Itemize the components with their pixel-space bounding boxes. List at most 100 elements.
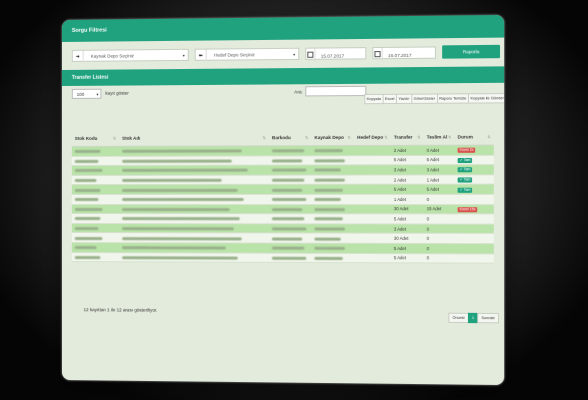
chevron-down-icon: ▾ — [183, 50, 185, 61]
cell-barkodu — [269, 146, 311, 156]
cell-kaynak-depo — [311, 194, 354, 204]
redacted-text — [272, 188, 302, 191]
cell-barkodu — [269, 185, 311, 195]
cell-hedef-depo — [354, 194, 391, 204]
cell-teslim-al: 0 — [424, 224, 455, 234]
cell-transfer: 5 Adet — [391, 243, 424, 253]
cell-kaynak-depo — [311, 224, 354, 234]
col-stok-adi[interactable]: Stok Adı ⇅ — [119, 129, 269, 146]
cell-stok-adi — [119, 156, 269, 166]
cell-teslim-al: 5 Adet — [424, 155, 455, 165]
cell-kaynak-depo — [311, 185, 354, 195]
cell-stok-kodu — [72, 146, 119, 156]
redacted-text — [314, 247, 344, 250]
col-teslim-al[interactable]: Teslim Al ⇅ — [424, 128, 455, 145]
cell-stok-adi — [119, 223, 269, 233]
col-hedef-depo[interactable]: Hedef Depo ⇅ — [354, 129, 391, 146]
cell-teslim-al: 0 — [424, 234, 455, 244]
status-badge: ✓ Tam — [458, 158, 473, 163]
cell-barkodu — [269, 224, 311, 234]
redacted-text — [272, 169, 306, 172]
cell-durum — [455, 253, 494, 263]
cell-transfer: 1 Adet — [391, 194, 424, 204]
excel-button[interactable]: Excel — [382, 94, 397, 104]
report-button[interactable]: Raporla — [442, 45, 500, 59]
redacted-text — [314, 188, 342, 191]
pager-next[interactable]: Sonraki — [477, 313, 499, 323]
table-row[interactable]: 5 Adet 5 Adet ✓ Tam — [72, 184, 494, 194]
col-transfer[interactable]: Transfer ⇅ — [391, 128, 424, 145]
status-badge: ✓ Tam — [458, 168, 473, 173]
redacted-text — [122, 169, 248, 172]
cell-hedef-depo — [354, 175, 391, 185]
cell-stok-kodu — [72, 194, 119, 204]
col-stok-kodu[interactable]: Stok Kodu ⇅ — [72, 130, 119, 147]
cell-transfer: 5 Adet — [391, 185, 424, 195]
redacted-text — [75, 179, 97, 182]
cell-durum: Kısmi 15x — [455, 204, 494, 214]
redacted-text — [122, 198, 244, 201]
table-row[interactable]: 30 Adet 15 Adet Kısmi 15x — [72, 204, 494, 214]
redacted-text — [75, 227, 99, 230]
redacted-text — [272, 237, 302, 240]
redacted-text — [314, 198, 340, 201]
print-button[interactable]: Yazdır — [396, 94, 412, 104]
target-depot-select[interactable]: ⬅ Hedef Depo Seçiniz ▾ — [195, 48, 300, 61]
pager-prev[interactable]: Önceki — [448, 313, 468, 323]
redacted-text — [122, 217, 240, 220]
copy-button[interactable]: Kopyala — [364, 94, 383, 104]
cell-barkodu — [269, 194, 311, 204]
cell-stok-kodu — [72, 156, 119, 166]
calendar-icon — [373, 48, 382, 61]
redacted-text — [122, 179, 222, 182]
table-row[interactable]: 2 Adet 1 Adet ✓ Tam — [72, 175, 494, 185]
redacted-text — [272, 179, 304, 182]
list-controls: 100 ▾ kayıt göster Ara: Kopyala Excel Ya… — [62, 83, 504, 102]
end-date-input[interactable]: 16.07.2017 — [372, 46, 436, 59]
redacted-text — [122, 159, 232, 162]
table-row[interactable]: 5 Adet 0 — [72, 252, 494, 263]
chevron-down-icon: ▾ — [293, 49, 295, 60]
table-row[interactable]: 5 Adet 0 — [72, 214, 494, 224]
start-date-value: 15.07.2017 — [317, 53, 344, 58]
search-input[interactable] — [305, 86, 366, 97]
search-label: Ara: — [294, 87, 303, 97]
cell-durum — [455, 234, 494, 244]
col-barkodu[interactable]: Barkodu ⇅ — [269, 129, 311, 146]
cell-transfer: 5 Adet — [391, 155, 424, 165]
table-row[interactable]: 3 Adet 3 Adet ✓ Tam — [72, 165, 494, 176]
redacted-text — [314, 159, 344, 162]
redacted-text — [122, 208, 230, 211]
redacted-text — [122, 227, 234, 230]
clear-report-button[interactable]: Raporu Temizle — [437, 93, 469, 103]
cell-durum: ✓ Tam — [455, 155, 494, 165]
source-depot-select[interactable]: ➜ Kaynak Depo Seçiniz ▾ — [72, 49, 189, 62]
cell-durum: ✓ Tam — [455, 165, 494, 175]
start-date-input[interactable]: 15.07.2017 — [305, 47, 366, 60]
column-visibility-button[interactable]: Göre/Göster — [411, 94, 438, 104]
send-copy-button[interactable]: Kopyala ile Gönder — [468, 93, 504, 104]
cell-barkodu — [269, 253, 311, 263]
redacted-text — [314, 149, 342, 152]
redacted-text — [314, 179, 344, 182]
page-size-select[interactable]: 100 ▾ — [72, 89, 102, 99]
cell-stok-adi — [119, 204, 269, 214]
cell-stok-adi — [119, 146, 269, 156]
transfer-table: Stok Kodu ⇅ Stok Adı ⇅ Barkodu ⇅ Kaynak Dep… — [72, 128, 494, 264]
cell-hedef-depo — [354, 165, 391, 175]
redacted-text — [122, 237, 242, 240]
cell-durum — [455, 224, 494, 234]
redacted-text — [272, 149, 304, 152]
redacted-text — [272, 256, 306, 259]
cell-stok-kodu — [72, 242, 119, 252]
table-row[interactable]: 1 Adet 0 — [72, 194, 494, 204]
redacted-text — [75, 217, 101, 220]
filter-row: ➜ Kaynak Depo Seçiniz ▾ ⬅ Hedef Depo Seç… — [62, 38, 504, 70]
col-kaynak-depo[interactable]: Kaynak Depo ⇅ — [311, 129, 354, 146]
col-durum[interactable]: Durum ⇅ — [455, 128, 494, 145]
cell-transfer: 5 Adet — [391, 214, 424, 224]
redacted-text — [272, 227, 306, 230]
redacted-text — [75, 237, 103, 240]
cell-hedef-depo — [354, 155, 391, 165]
redacted-text — [314, 208, 344, 211]
